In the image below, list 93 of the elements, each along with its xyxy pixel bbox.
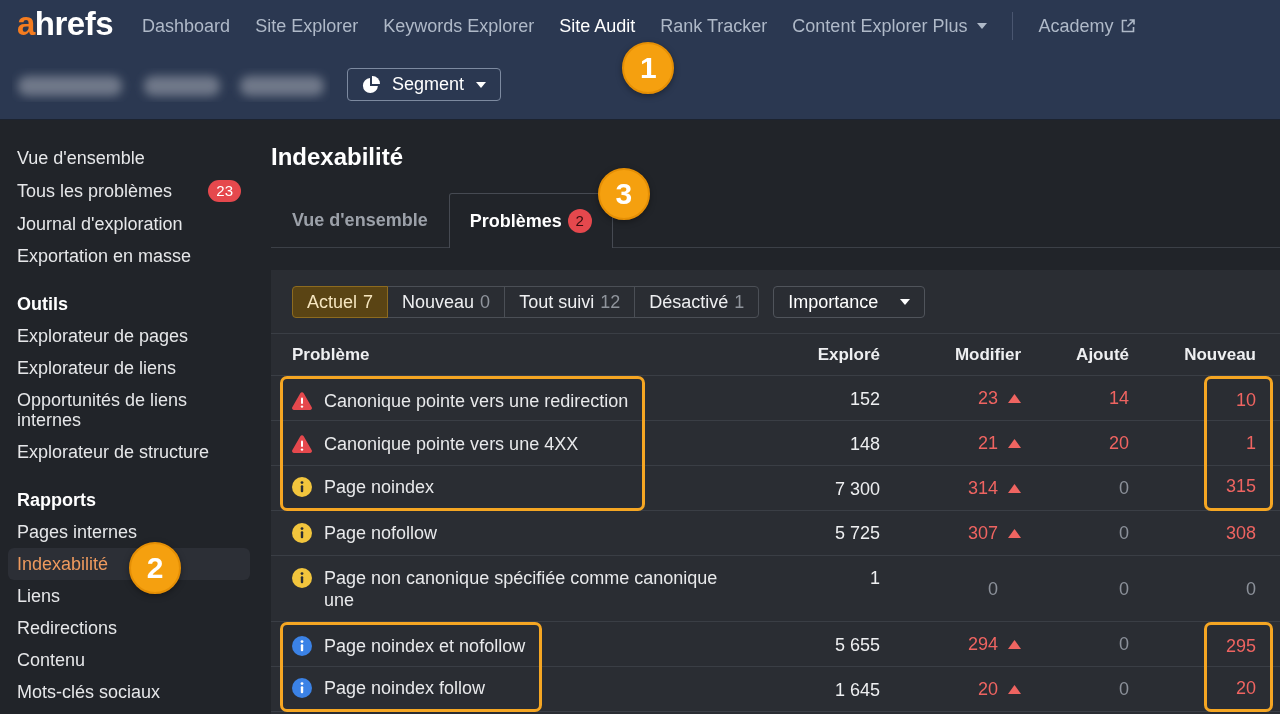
count-badge: 23 [208, 180, 241, 202]
up-triangle-icon [1008, 439, 1021, 448]
section-heading: Outils [16, 293, 69, 316]
explored-count: 5 655 [834, 633, 880, 656]
external-link-icon [1121, 19, 1136, 33]
change-count: 21 [977, 432, 998, 455]
change-count: 23 [977, 387, 998, 410]
nav-link[interactable]: Dashboard [142, 15, 231, 37]
info-circle-icon [292, 636, 312, 656]
added-count: 0 [1119, 477, 1129, 500]
count-badge: 2 [567, 209, 592, 233]
up-triangle-icon [1008, 640, 1021, 649]
new-count: 0 [1246, 577, 1256, 601]
added-count: 14 [1108, 387, 1129, 410]
segment-dropdown-button[interactable]: Segment [347, 68, 502, 101]
caret-icon [977, 23, 988, 29]
sidebar-link[interactable]: Contenu [8, 644, 250, 676]
sort-dropdown[interactable]: Importance [773, 286, 926, 318]
info-circle-icon [292, 678, 312, 698]
filter-tab[interactable]: Actuel 7 [292, 286, 389, 318]
new-count: 315 [1225, 475, 1256, 498]
added-count: 0 [1119, 522, 1129, 545]
issue-name[interactable]: Page noindex et nofollow [324, 635, 526, 657]
added-count: 20 [1108, 432, 1129, 455]
explored-count: 148 [849, 432, 880, 455]
column-header[interactable]: Modifier [954, 342, 1021, 368]
up-triangle-icon [1008, 394, 1021, 403]
column-header[interactable]: Problème [292, 342, 370, 368]
issue-name[interactable]: Canonique pointe vers une redirection [324, 389, 629, 412]
sidebar-link[interactable]: Redirections [8, 612, 250, 644]
caret-icon [476, 81, 487, 88]
pie-chart-icon [362, 75, 380, 94]
sidebar-link[interactable]: Explorateur de structure [8, 436, 250, 468]
logo[interactable]: ahrefs [17, 6, 114, 46]
new-count: 10 [1235, 389, 1256, 412]
sidebar-link[interactable]: Explorateur de pages [8, 320, 250, 352]
new-count: 1 [1246, 432, 1256, 455]
step-marker: 2 [129, 542, 181, 594]
change-count: 314 [967, 477, 998, 500]
step-marker: 1 [622, 42, 675, 94]
issue-name[interactable]: Page nofollow [324, 522, 438, 544]
nav-link[interactable]: Site Audit [559, 15, 636, 37]
column-header[interactable]: Ajouté [1076, 342, 1129, 368]
nav-link[interactable]: Content Explorer Plus [792, 15, 988, 37]
up-triangle-icon [1008, 529, 1021, 538]
sidebar-link[interactable]: Vue d'ensemble [8, 142, 250, 174]
change-count: 307 [967, 522, 998, 545]
issue-name[interactable]: Page non canonique spécifiée comme canonique une [324, 567, 734, 611]
up-triangle-icon [1008, 685, 1021, 694]
issue-name[interactable]: Canonique pointe vers une 4XX [324, 432, 579, 455]
change-count: 294 [967, 633, 998, 656]
new-count: 308 [1225, 522, 1256, 545]
tab[interactable]: Vue d'ensemble [271, 193, 449, 248]
added-count: 0 [1119, 633, 1129, 656]
sidebar-link[interactable]: Journal d'exploration [8, 208, 250, 240]
sidebar-link[interactable]: Tous les problèmes 23 [8, 174, 250, 208]
added-count: 0 [1119, 678, 1129, 701]
new-count: 20 [1235, 676, 1256, 700]
sidebar-link[interactable]: Explorateur de liens [8, 352, 250, 384]
sidebar-link[interactable]: Opportunités de liens internes [8, 384, 250, 436]
change-count: 0 [988, 577, 998, 601]
info-circle-icon [292, 523, 312, 543]
warning-triangle-icon [292, 391, 312, 410]
sidebar-link[interactable]: Exportation en masse [8, 240, 250, 272]
nav-link[interactable]: Keywords Explorer [383, 15, 535, 37]
sidebar-link[interactable]: Mots-clés sociaux [8, 676, 250, 708]
issue-name[interactable]: Page noindex follow [324, 677, 486, 699]
up-triangle-icon [1008, 484, 1021, 493]
nav-link[interactable]: Rank Tracker [660, 15, 768, 37]
warning-triangle-icon [292, 434, 312, 453]
tab[interactable]: Problèmes 2 [448, 193, 613, 248]
explored-count: 5 725 [834, 522, 880, 544]
explored-count: 7 300 [834, 477, 880, 500]
info-circle-icon [292, 568, 312, 588]
explored-count: 152 [849, 387, 880, 410]
nav-link[interactable]: Site Explorer [255, 15, 359, 37]
added-count: 0 [1119, 577, 1129, 601]
page-title: Indexabilité [271, 142, 405, 172]
column-header[interactable]: Exploré [817, 342, 880, 368]
section-heading: Rapports [16, 489, 97, 512]
explored-count: 1 645 [834, 678, 880, 701]
caret-icon [900, 299, 911, 305]
filter-tab[interactable]: Tout suivi 12 [504, 286, 636, 318]
issue-name[interactable]: Page noindex [324, 475, 435, 498]
filter-tab[interactable]: Désactivé 1 [634, 286, 760, 318]
step-marker: 3 [597, 168, 650, 220]
info-circle-icon [292, 476, 312, 497]
change-count: 20 [977, 678, 998, 701]
filter-tab[interactable]: Nouveau 0 [387, 286, 506, 318]
explored-count: 1 [870, 567, 880, 589]
nav-link[interactable]: Academy [1038, 15, 1136, 37]
column-header[interactable]: Nouveau [1184, 342, 1256, 368]
new-count: 295 [1225, 634, 1256, 658]
